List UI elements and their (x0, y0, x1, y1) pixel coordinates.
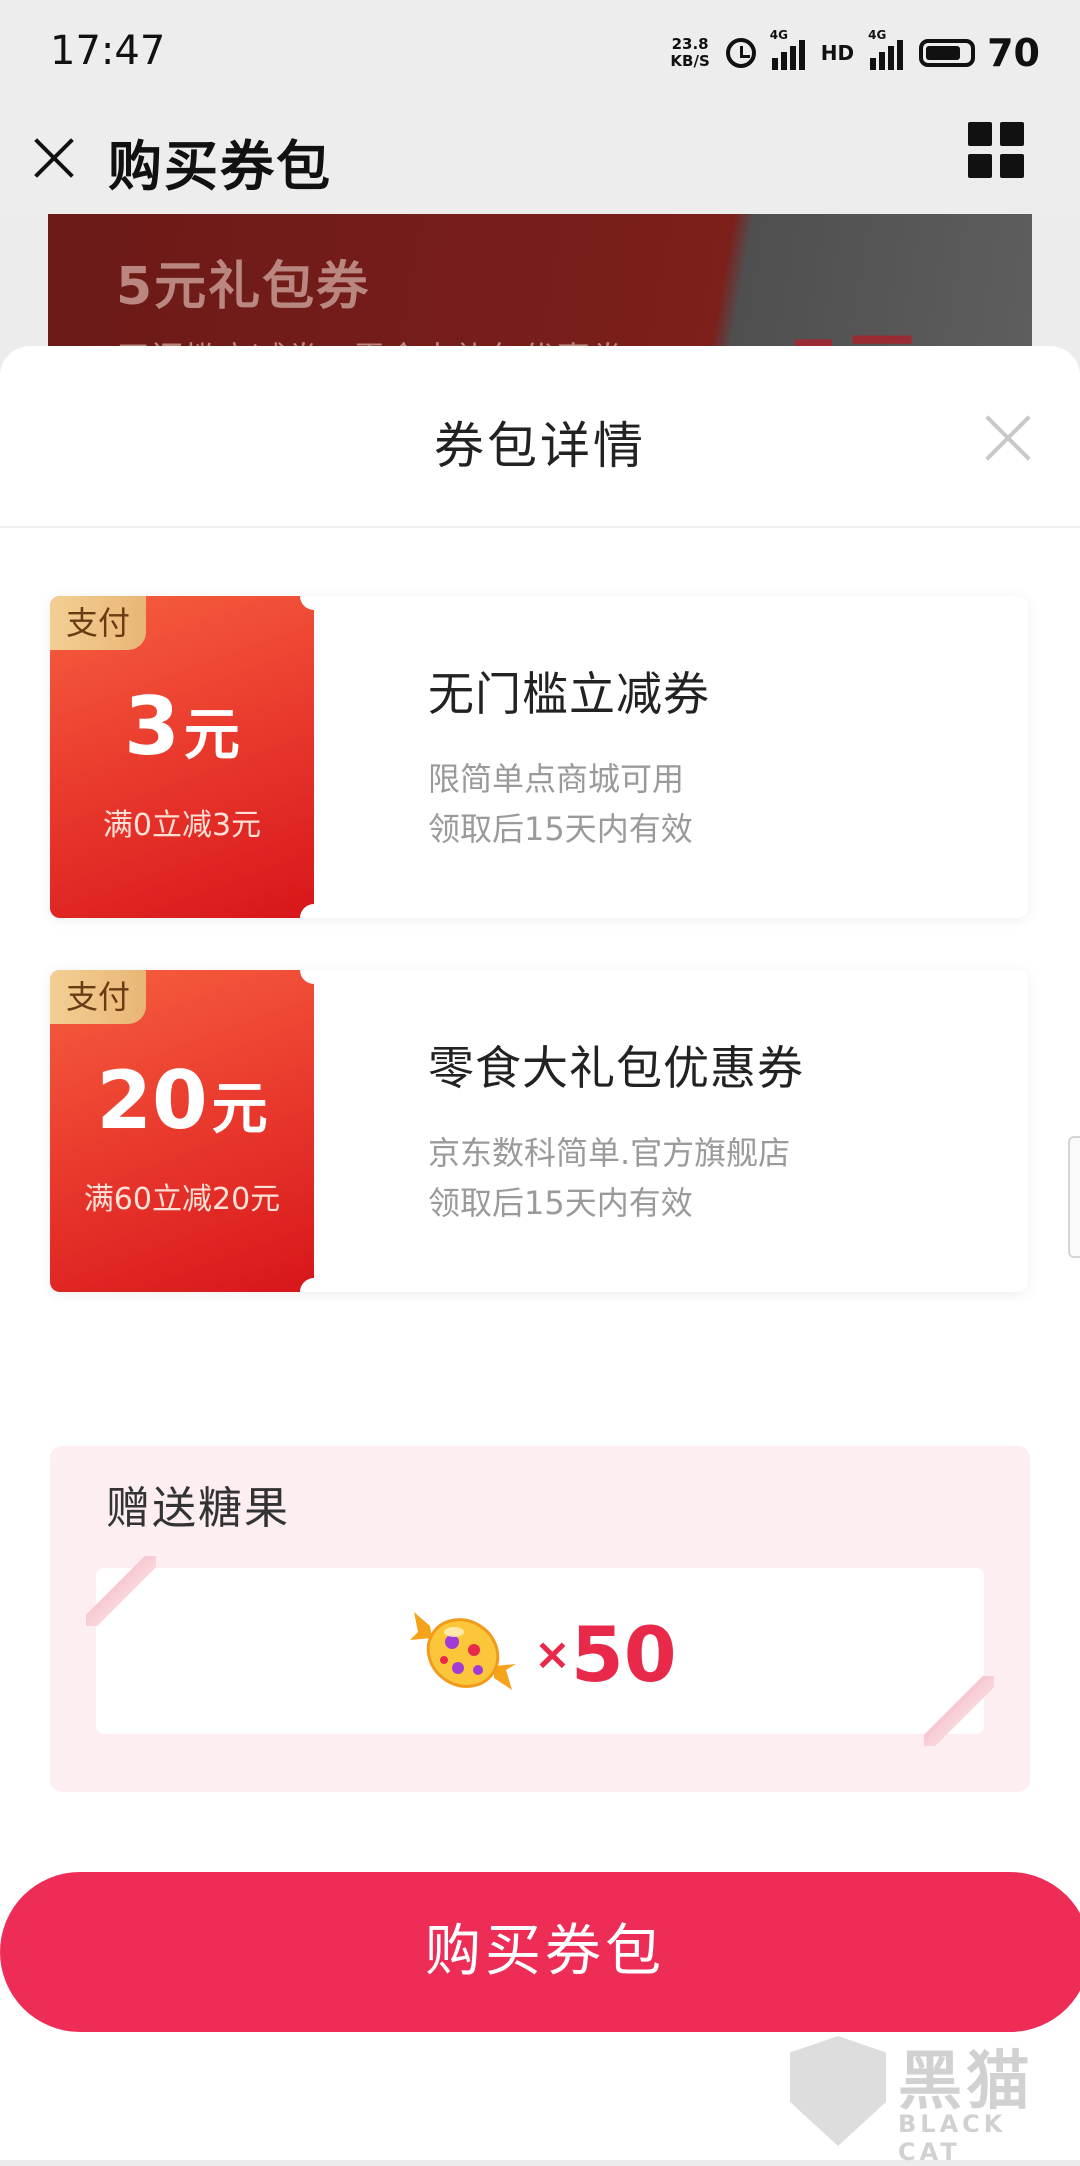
coupon-condition: 满0立减3元 (102, 808, 262, 843)
coupon-value-panel: 支付 3元 满0立减3元 (50, 596, 328, 918)
page-title: 购买券包 (108, 135, 332, 198)
battery-icon (919, 39, 976, 67)
coupon-condition: 满60立减20元 (83, 1182, 281, 1217)
divider (0, 526, 1080, 528)
background-card-title: 5元礼包券 (116, 257, 371, 317)
coupon-name: 零食大礼包优惠券 (428, 1041, 804, 1095)
status-bar: 17:47 23.8 KB/S 4G HD 4G 70 (0, 0, 1080, 108)
candy-gift-box: 赠送糖果 ×50 (50, 1446, 1030, 1792)
coupon-amount: 3元 (124, 680, 240, 773)
status-time: 17:47 (50, 28, 166, 74)
ribbon-decoration (924, 1676, 994, 1746)
status-icons: 23.8 KB/S 4G HD 4G 70 (670, 28, 1040, 78)
coupon-value-panel: 支付 20元 满60立减20元 (50, 970, 328, 1292)
network-speed: 23.8 KB/S (670, 35, 710, 70)
pay-badge: 支付 (50, 970, 146, 1024)
pay-badge: 支付 (50, 596, 146, 650)
coupon-package-sheet: 券包详情 支付 3元 满0立减3元 无门槛立减券 限简单点商城可用 领取后15天… (0, 346, 1080, 2160)
black-cat-watermark: 黑猫 BLACK CAT (790, 2030, 1070, 2166)
battery-level: 70 (987, 31, 1040, 75)
coupon-validity: 领取后15天内有效 (428, 1184, 693, 1222)
candy-icon (410, 1612, 516, 1690)
buy-coupon-package-button[interactable]: 购买券包 (0, 1872, 1080, 2032)
close-icon[interactable] (34, 128, 74, 188)
scroll-handle[interactable] (1068, 1136, 1080, 1258)
cat-logo-icon (790, 2036, 886, 2146)
coupon-scope: 京东数科简单.官方旗舰店 (428, 1134, 791, 1172)
ribbon-decoration (86, 1556, 156, 1626)
title-bar: 购买券包 (0, 108, 1080, 214)
coupon-scope: 限简单点商城可用 (428, 760, 685, 798)
signal-icon-2: 4G (868, 28, 904, 70)
hd-voice-icon: HD (820, 41, 855, 65)
coupon-card: 支付 3元 满0立减3元 无门槛立减券 限简单点商城可用 领取后15天内有效 (50, 596, 1028, 918)
alarm-icon (725, 38, 756, 68)
candy-gift-panel: ×50 (86, 1556, 994, 1746)
coupon-amount: 20元 (96, 1054, 268, 1147)
grid-menu-icon[interactable] (968, 122, 1024, 178)
sheet-close-icon[interactable] (984, 414, 1032, 462)
sheet-title: 券包详情 (434, 417, 646, 475)
background-coupon-card: 5元礼包券 无门槛立减券 · 零食大礼包优惠券 5元 (48, 214, 1032, 354)
candy-count: ×50 (534, 1610, 677, 1699)
candy-gift-title: 赠送糖果 (106, 1483, 290, 1534)
coupon-validity: 领取后15天内有效 (428, 810, 693, 848)
coupon-name: 无门槛立减券 (428, 667, 710, 721)
coupon-card: 支付 20元 满60立减20元 零食大礼包优惠券 京东数科简单.官方旗舰店 领取… (50, 970, 1028, 1292)
signal-icon: 4G (770, 28, 805, 70)
